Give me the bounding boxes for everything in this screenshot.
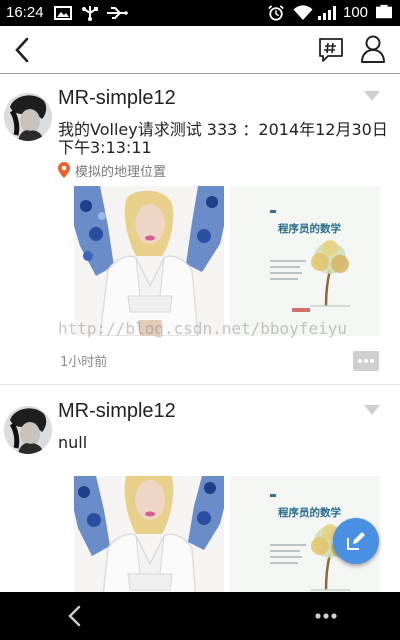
usb-plug-icon [107,7,128,19]
nav-menu-icon[interactable] [314,612,338,620]
feed-post[interactable]: MR-simple12 我的Volley请求测试 333 ：2014年12月30… [0,75,400,385]
post-username[interactable]: MR-simple12 [58,400,176,423]
math-book-cover: 程序员的数学 [230,186,380,336]
battery-icon [376,4,392,19]
post-content: null [58,433,88,452]
app-bar [0,26,400,74]
alarm-icon [268,5,284,21]
avatar-image [4,93,52,141]
book-title: 程序员的数学 [278,222,341,235]
navigation-bar [0,592,400,640]
image-icon [54,6,72,20]
compose-button[interactable] [333,518,379,564]
more-options-button[interactable] [353,351,379,371]
battery-level: 100 [343,4,369,21]
nav-back-icon[interactable] [66,605,84,627]
post-time: 1小时前 [60,355,108,370]
avatar[interactable] [4,93,52,141]
post-image-woman[interactable] [74,186,224,336]
signal-icon [318,6,336,20]
avatar[interactable] [4,406,52,454]
post-image-woman[interactable] [74,476,224,592]
hashtag-comment-icon[interactable] [318,37,344,63]
usb-icon [82,6,98,21]
chevron-down-icon[interactable] [364,91,380,101]
post-content: 我的Volley请求测试 333 ：2014年12月30日 下午3:13:11 [58,120,388,157]
woman-fashion-photo [74,186,224,336]
status-time: 16:24 [6,4,44,21]
feed-list[interactable]: MR-simple12 我的Volley请求测试 333 ：2014年12月30… [0,75,400,592]
location-text: 模拟的地理位置 [75,165,167,180]
woman-fashion-photo [74,476,224,592]
status-bar: 16:24 100 [0,0,400,26]
chevron-down-icon[interactable] [364,405,380,415]
post-image-book[interactable]: 程序员的数学 [230,186,380,336]
post-username[interactable]: MR-simple12 [58,87,176,110]
edit-icon [347,532,365,550]
avatar-image [4,406,52,454]
feed-post[interactable]: MR-simple12 null 程序员的数学 [0,390,400,592]
user-icon[interactable] [360,34,386,64]
book-title: 程序员的数学 [278,506,341,519]
back-arrow-icon[interactable] [10,36,36,64]
wifi-icon [293,5,313,21]
location-pin-icon [58,162,70,178]
